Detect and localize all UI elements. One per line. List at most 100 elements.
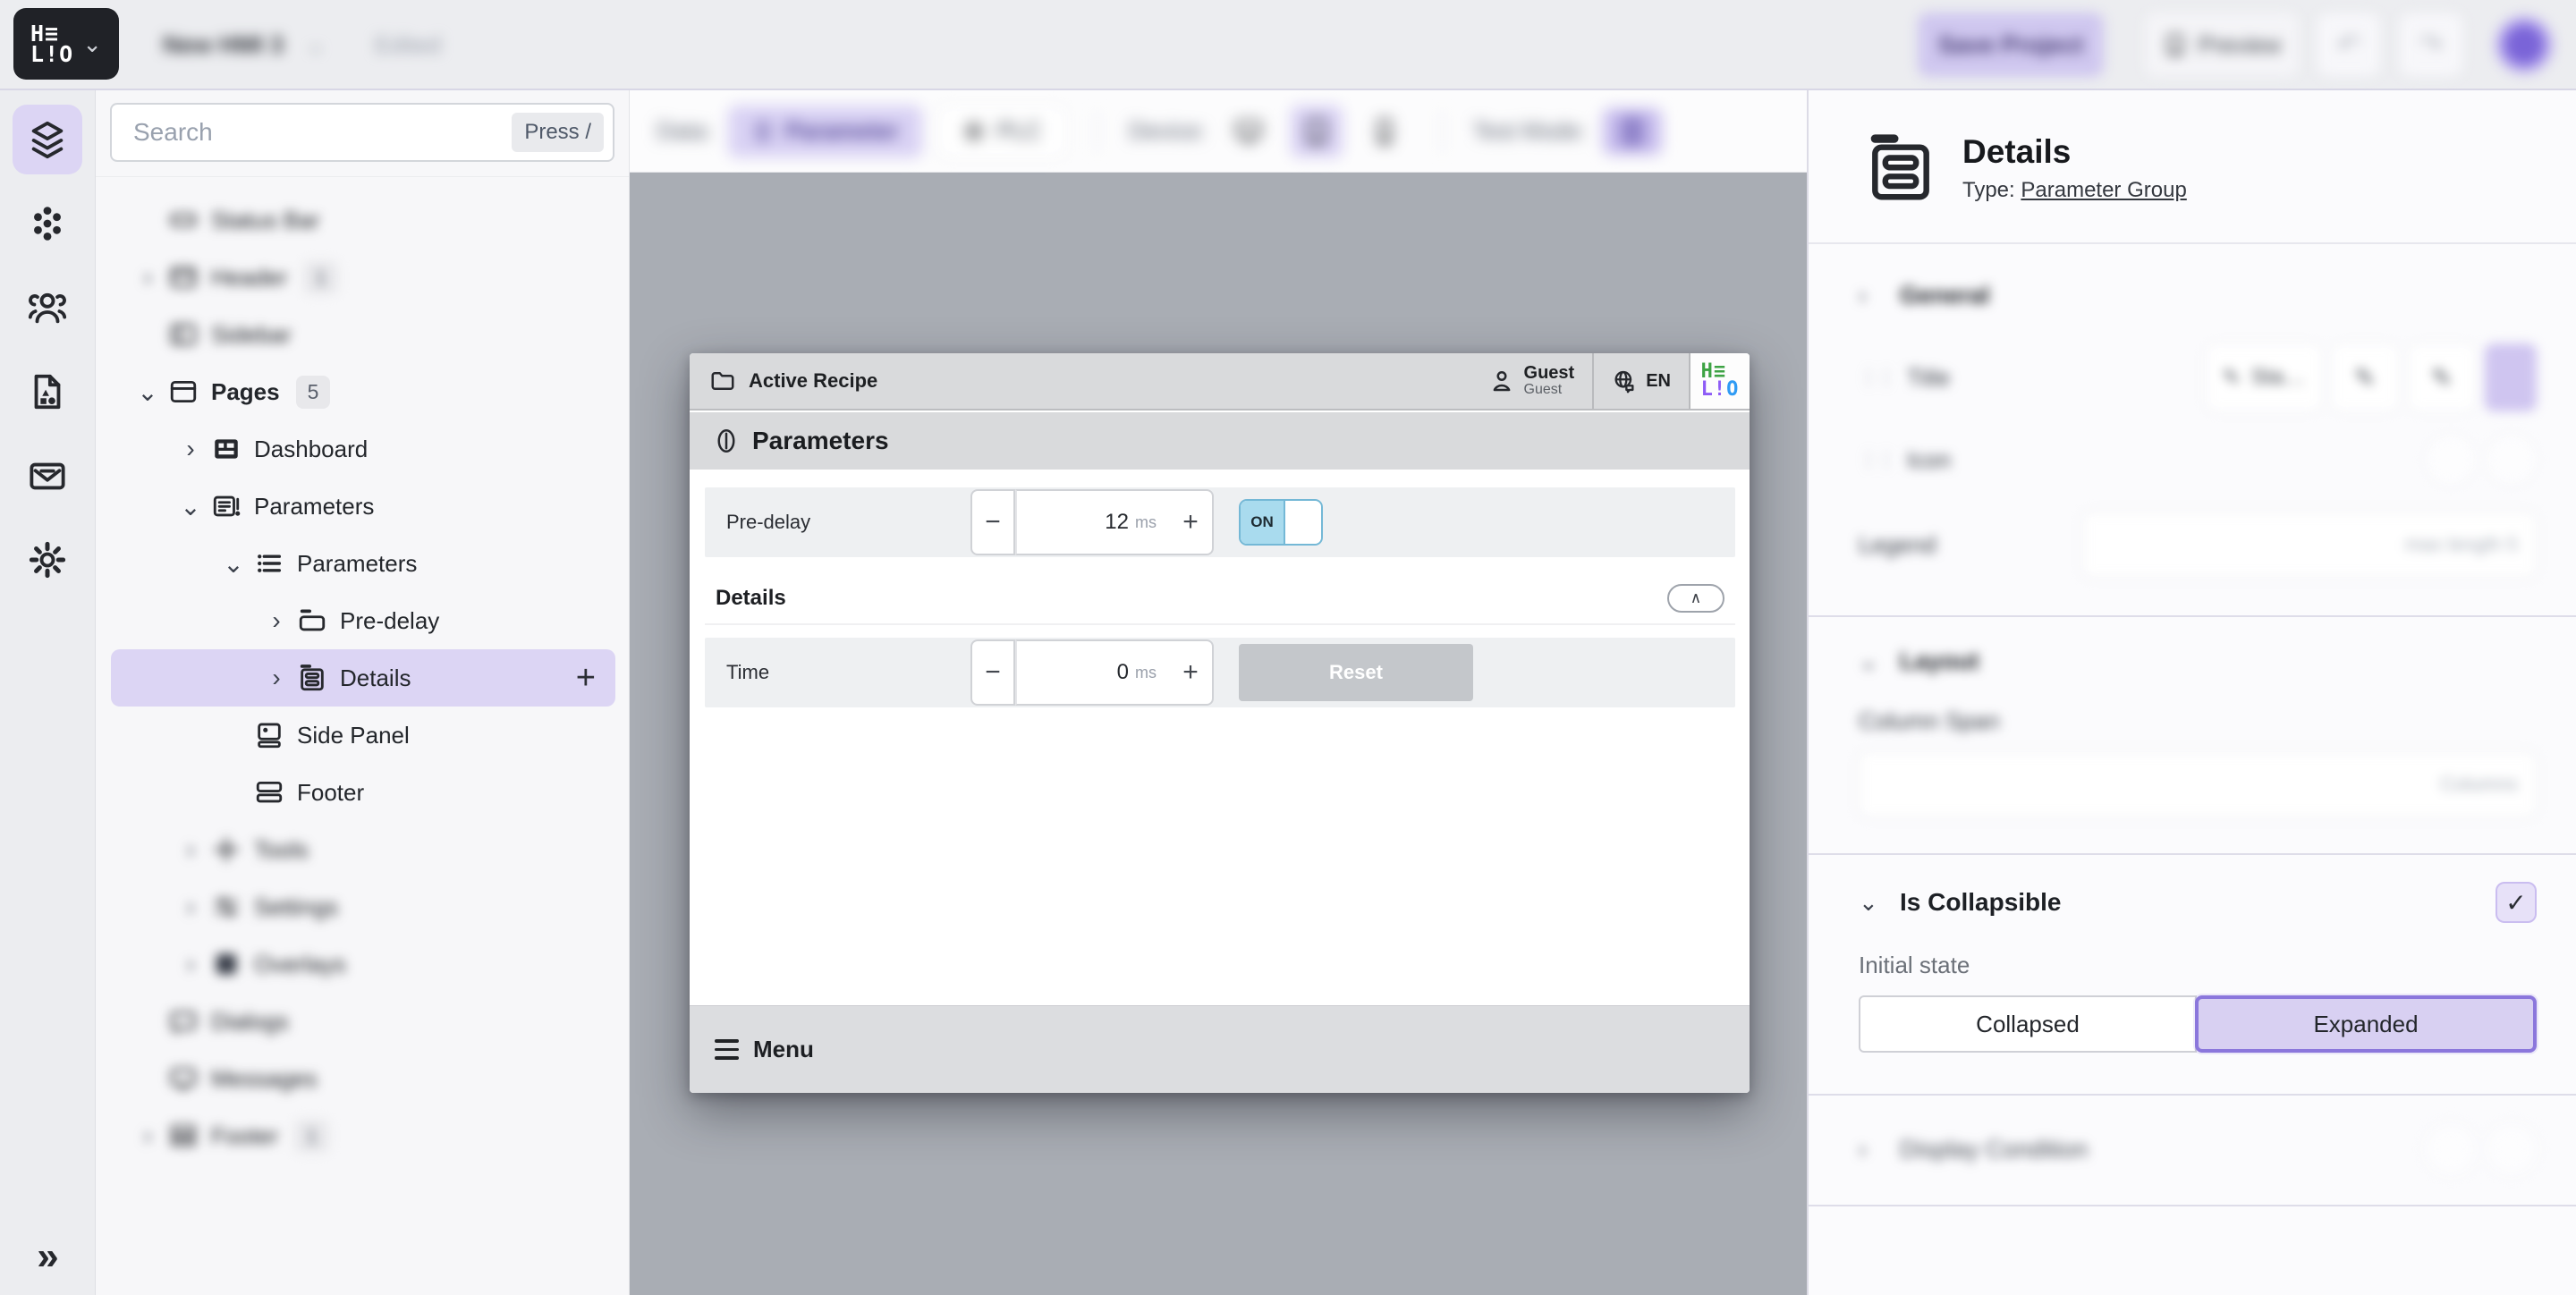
initial-state-segmented-control: Collapsed Expanded	[1859, 995, 2537, 1053]
chevron-down-icon[interactable]: ⌄	[170, 492, 211, 521]
tree-item-side-panel[interactable]: Side Panel	[111, 707, 615, 764]
user-avatar[interactable]	[2496, 16, 2553, 73]
search-input[interactable]	[133, 118, 512, 147]
helio-brand-logo: H≡L!O	[1690, 353, 1750, 409]
predelay-icon	[297, 605, 327, 636]
tree-item-parameters[interactable]: ⌄Parameters	[111, 535, 615, 592]
chevron-down-icon[interactable]: ⌄	[127, 377, 168, 407]
test-mode-toggle[interactable]	[1603, 108, 1662, 155]
time-value-field[interactable]: 0 ms	[1015, 639, 1169, 706]
column-span-label: Column Span	[1859, 707, 2537, 735]
rail-layers-button[interactable]	[13, 105, 82, 174]
display-condition-section-header[interactable]: › Display Condition	[1859, 1124, 2537, 1174]
tree-item-sidebar[interactable]: Sidebar	[111, 306, 615, 363]
collapse-details-button[interactable]: ∧	[1667, 584, 1724, 613]
toggle-on-label: ON	[1241, 501, 1284, 544]
icon-option-button[interactable]	[2426, 435, 2476, 485]
tree-item-tools[interactable]: ›Tools	[111, 821, 615, 878]
type-link[interactable]: Parameter Group	[2021, 178, 2186, 202]
tree-item-parameters[interactable]: ⌄Parameters	[111, 478, 615, 535]
data-source-plc-pill[interactable]: PLC	[938, 106, 1066, 157]
device-menu-bar[interactable]: Menu	[690, 1005, 1750, 1093]
rail-messages-button[interactable]	[13, 441, 82, 511]
tree-item-settings[interactable]: ›Settings	[111, 878, 615, 935]
statusbar-icon	[168, 205, 199, 235]
undo-button[interactable]: ↶	[2317, 13, 2381, 77]
data-source-label: Data:	[657, 117, 712, 145]
tree-item-footer[interactable]: ›Footer1	[111, 1107, 615, 1164]
expanded-option[interactable]: Expanded	[2195, 995, 2537, 1053]
project-name[interactable]: New HMI 3	[163, 31, 284, 59]
canvas-stage[interactable]: Active Recipe Guest Guest EN H≡L!O	[630, 173, 1807, 1295]
collapsed-option[interactable]: Collapsed	[1859, 995, 2197, 1053]
app-logo-menu[interactable]: H≡ L!O ⌄	[13, 8, 119, 80]
user-menu[interactable]: Guest Guest	[1470, 353, 1593, 409]
chevron-right-icon[interactable]: ›	[170, 835, 211, 864]
side-icon	[254, 720, 284, 750]
user-name: Guest	[1524, 364, 1575, 383]
increment-button[interactable]: +	[1169, 489, 1214, 555]
tree-item-details[interactable]: ›Details+	[111, 649, 615, 707]
tree-item-footer[interactable]: Footer	[111, 764, 615, 821]
layout-section-header[interactable]: ⌄ Layout	[1859, 648, 2537, 675]
tree-item-pre-delay[interactable]: ›Pre-delay	[111, 592, 615, 649]
add-child-button[interactable]: +	[576, 659, 596, 698]
general-section-header[interactable]: › General	[1859, 282, 2537, 309]
save-project-button[interactable]: Save Project	[1918, 13, 2104, 77]
rail-users-button[interactable]	[13, 273, 82, 343]
title-bind-button[interactable]	[2485, 343, 2537, 411]
pre-delay-toggle[interactable]: ON	[1239, 499, 1323, 546]
rail-settings-button[interactable]	[13, 525, 82, 595]
expand-rail-button[interactable]: »	[0, 1234, 96, 1279]
device-monitor-button[interactable]	[1223, 106, 1275, 157]
tree-item-status-bar[interactable]: Status Bar	[111, 191, 615, 249]
display-condition-button[interactable]	[2487, 1124, 2537, 1174]
drag-handle-icon[interactable]: ⋮⋮	[1859, 366, 1894, 389]
is-collapsible-section-header[interactable]: ⌄ Is Collapsible ✓	[1859, 882, 2537, 923]
tree-item-header[interactable]: ›Header1	[111, 249, 615, 306]
legend-label: Legend	[1859, 531, 2082, 559]
chevron-right-icon[interactable]: ›	[170, 893, 211, 921]
chevron-right-icon[interactable]: ›	[127, 1121, 168, 1150]
chevron-right-icon[interactable]: ›	[256, 606, 297, 635]
rail-assets-button[interactable]	[13, 357, 82, 427]
data-source-parameter-pill[interactable]: Parameter	[728, 106, 922, 157]
redo-button[interactable]: ↷	[2399, 13, 2463, 77]
tree-item-dashboard[interactable]: ›Dashboard	[111, 420, 615, 478]
layer-tree: Status Bar›Header1Sidebar⌄Pages5›Dashboa…	[96, 177, 629, 1164]
decrement-button[interactable]: −	[970, 489, 1015, 555]
device-tablet-button[interactable]	[1291, 106, 1343, 157]
chevron-right-icon[interactable]: ›	[170, 435, 211, 463]
is-collapsible-checkbox[interactable]: ✓	[2496, 882, 2537, 923]
rail-components-button[interactable]	[13, 189, 82, 258]
pre-delay-value-field[interactable]: 12 ms	[1015, 489, 1169, 555]
decrement-button[interactable]: −	[970, 639, 1015, 706]
tree-item-dialogs[interactable]: Dialogs	[111, 993, 615, 1050]
inspector-panel: Details Type: Parameter Group › General …	[1807, 90, 2576, 1295]
legend-input[interactable]: max length 5	[2082, 512, 2537, 578]
chevron-right-icon[interactable]: ›	[170, 950, 211, 978]
preview-button[interactable]: Preview	[2145, 13, 2299, 77]
edit-title-button[interactable]: ✎	[2331, 343, 2399, 411]
icon-option-button[interactable]	[2487, 435, 2537, 485]
tree-item-overlays[interactable]: ›Overlays	[111, 935, 615, 993]
reset-button[interactable]: Reset	[1239, 644, 1473, 701]
drag-handle-icon[interactable]: ⋮⋮	[1859, 448, 1894, 471]
chevron-down-icon[interactable]: ⌄	[307, 32, 325, 58]
search-box[interactable]: Press /	[110, 103, 614, 162]
edit-translation-button[interactable]: ✎	[2408, 343, 2476, 411]
title-source-dropdown[interactable]: ✎ Sta…	[2206, 343, 2322, 411]
device-phone-button[interactable]	[1359, 106, 1411, 157]
increment-button[interactable]: +	[1169, 639, 1214, 706]
chevron-right-icon[interactable]: ›	[256, 664, 297, 692]
tree-item-messages[interactable]: Messages	[111, 1050, 615, 1107]
footer-icon	[254, 777, 284, 808]
column-span-input[interactable]: Columns	[1859, 751, 2537, 817]
tree-item-pages[interactable]: ⌄Pages5	[111, 363, 615, 420]
chevron-right-icon[interactable]: ›	[127, 263, 168, 292]
language-selector[interactable]: EN	[1594, 353, 1689, 409]
pencil-icon: ✎	[2223, 365, 2241, 391]
chevron-down-icon[interactable]: ⌄	[213, 549, 254, 579]
display-condition-button[interactable]	[2426, 1124, 2476, 1174]
device-preview[interactable]: Active Recipe Guest Guest EN H≡L!O	[690, 353, 1750, 1093]
